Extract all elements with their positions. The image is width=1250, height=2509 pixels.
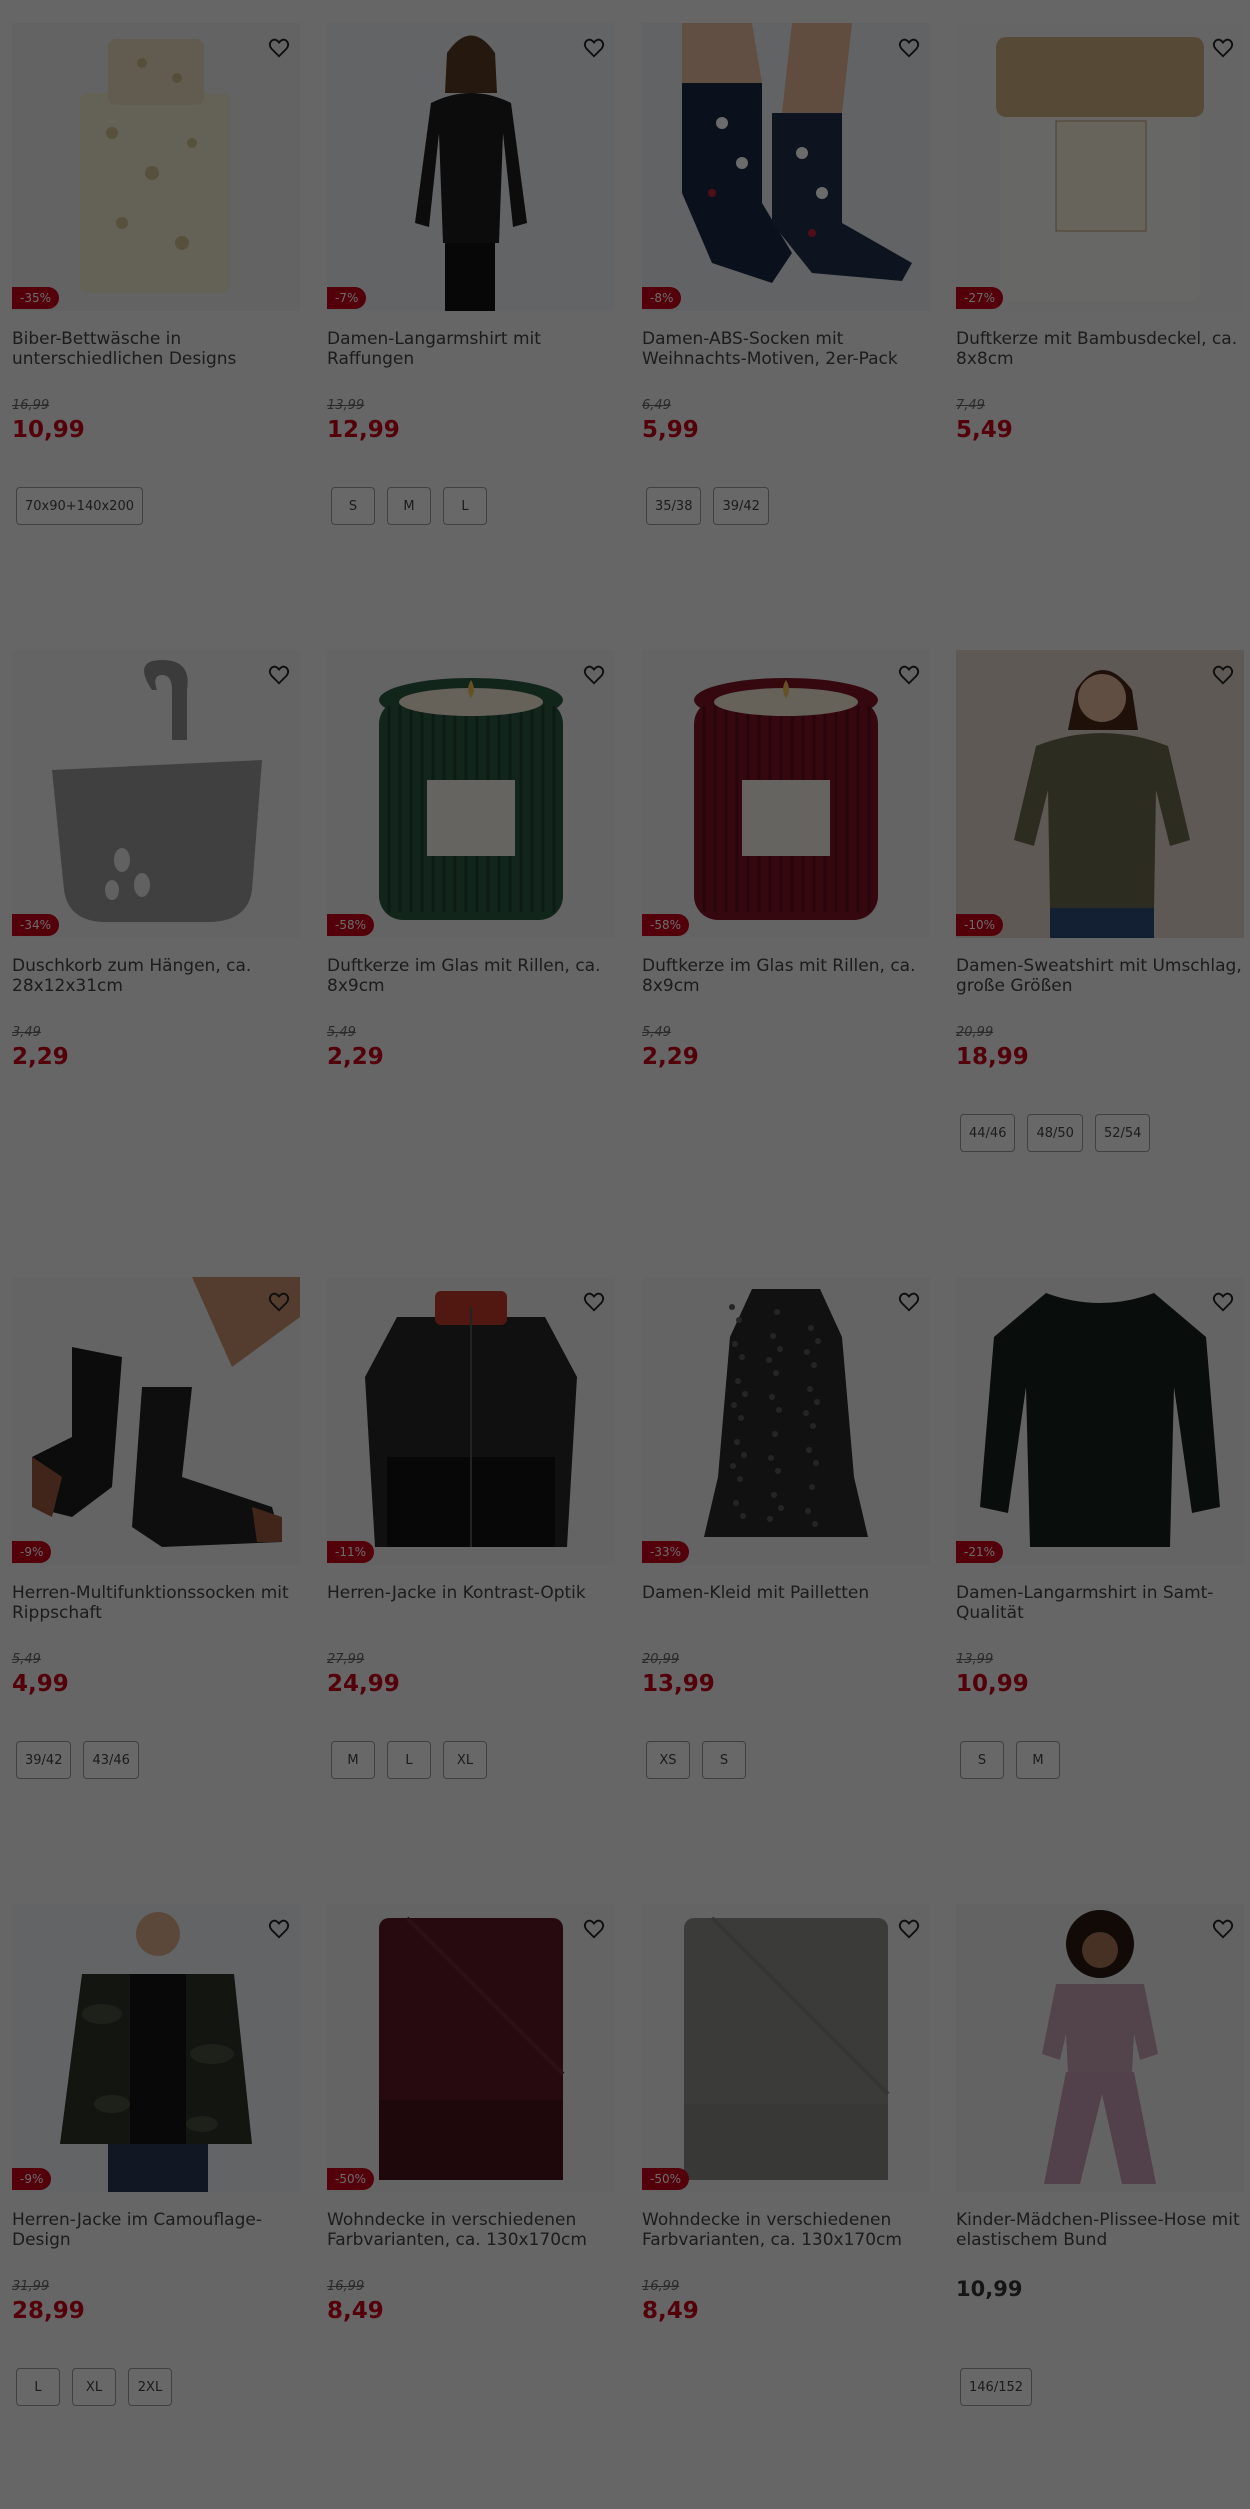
- modal-backdrop-overlay[interactable]: [0, 0, 1250, 2509]
